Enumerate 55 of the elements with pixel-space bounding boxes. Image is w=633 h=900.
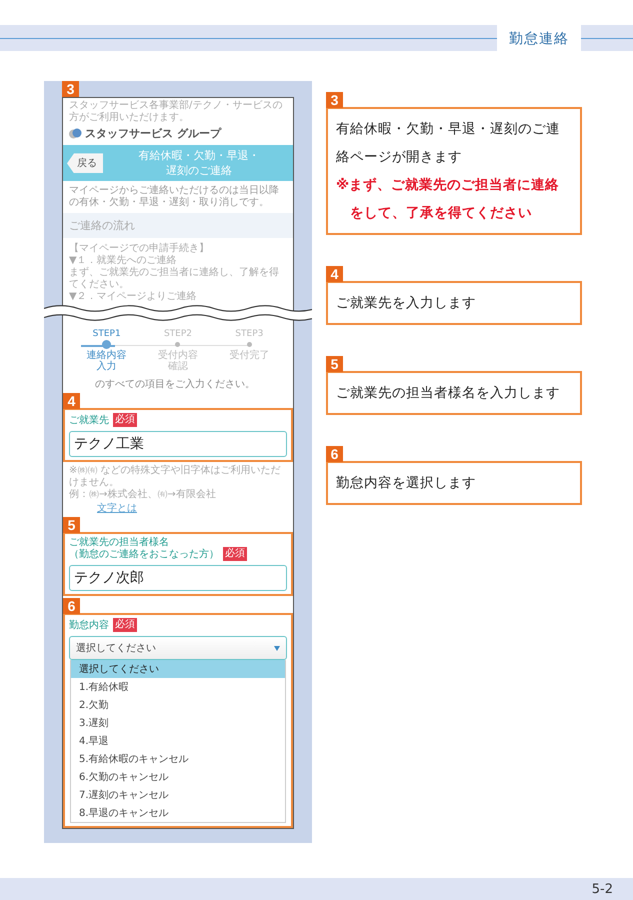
procedure-heading: 【マイページでの申請手続き】 (69, 243, 210, 254)
required-tag: 必須 (113, 413, 137, 428)
dropdown-option[interactable]: 5.有給休暇のキャンセル (71, 750, 285, 768)
dropdown-option[interactable]: 7.遅刻のキャンセル (71, 786, 285, 804)
dropdown-arrow-icon (274, 646, 280, 651)
step-label: STEP2 (164, 329, 192, 340)
instruction-text: ご就業先の担当者様名を入力します (336, 384, 561, 404)
step-caption: 受付内容 確認 (158, 350, 198, 372)
select-field[interactable]: 選択してください (69, 636, 287, 660)
dropdown-option[interactable]: 6.欠勤のキャンセル (71, 768, 285, 786)
step-number-badge: 5 (63, 517, 80, 534)
page-number: 5-2 (592, 882, 613, 897)
section-title: 勤怠連絡 (497, 25, 581, 52)
step-number-badge: 6 (63, 598, 80, 614)
logo-text: スタッフサービス グループ (85, 126, 221, 142)
back-button[interactable]: 戻る (67, 153, 103, 174)
procedure-step-title: ▼２．マイページよりご連絡 (69, 291, 198, 304)
step-caption: 連絡内容 入力 (86, 350, 127, 372)
dropdown-option[interactable]: 8.早退のキャンセル (71, 804, 285, 822)
required-tag: 必須 (113, 618, 137, 632)
notice-text: スタッフサービス各事業部/テクノ・サービスの方がご利用いただけます。 (68, 98, 284, 124)
step-number-badge: 5 (326, 356, 343, 372)
step-label: STEP3 (235, 329, 264, 340)
dropdown-option[interactable]: 4.早退 (71, 732, 285, 750)
step-number-badge: 3 (62, 81, 79, 98)
required-tag: 必須 (223, 547, 247, 562)
step-number-badge: 4 (326, 266, 343, 282)
dropdown-option[interactable]: 3.遅刻 (71, 714, 285, 732)
step-number-badge: 4 (63, 393, 80, 410)
instruction-text: 有給休暇・欠勤・早退・遅刻のご連絡ページが開きます (336, 120, 561, 168)
procedure-step-text: まず、ご就業先のご担当者に連絡し、了解を得てください。 (69, 267, 280, 290)
intro-text: マイページからご連絡いただけるのは当日以降の有休・欠勤・早退・遅刻・取り消しです。 (68, 184, 280, 210)
step-label: STEP1 (92, 329, 121, 340)
procedure-step-title: ▼１．就業先へのご連絡 (69, 255, 178, 266)
instruction-text: 勤怠内容を選択します (336, 474, 477, 494)
step-number-badge: 6 (326, 446, 343, 462)
note-text: ※㈱㈲ などの特殊文字や旧字体はご利用いただけません。 例：㈱→株式会社、㈲→有限会社 (68, 464, 282, 502)
step-caption: 受付完了 (229, 350, 270, 362)
field-label: 勤怠内容 (69, 620, 109, 632)
page-title: 有給休暇・欠勤・早退・ 遅刻のご連絡 (138, 148, 260, 178)
dropdown-option[interactable]: 選択してください (71, 660, 285, 678)
step-dot (246, 342, 252, 348)
logo-icon (69, 128, 82, 140)
dropdown-option[interactable]: 2.欠勤 (71, 696, 285, 714)
dropdown-option[interactable]: 1.有給休暇 (71, 678, 285, 696)
input-field[interactable]: テクノ工業 (69, 431, 287, 458)
step-number-badge: 3 (326, 92, 343, 108)
input-field[interactable]: テクノ次郎 (69, 565, 287, 592)
warning-text: ※まず、ご就業先のご担当者に連絡をして、了承を得てください (336, 176, 560, 224)
instruction-text: のすべての項目をご入力ください。 (94, 378, 256, 392)
instruction-text: ご就業先を入力します (336, 294, 477, 314)
field-label: ご就業先の担当者様名 （勤怠のご連絡をおこなった方） (69, 537, 219, 562)
field-label: ご就業先 (69, 415, 109, 428)
section-heading: ご連絡の流れ (63, 213, 293, 238)
step-dot (175, 342, 180, 348)
